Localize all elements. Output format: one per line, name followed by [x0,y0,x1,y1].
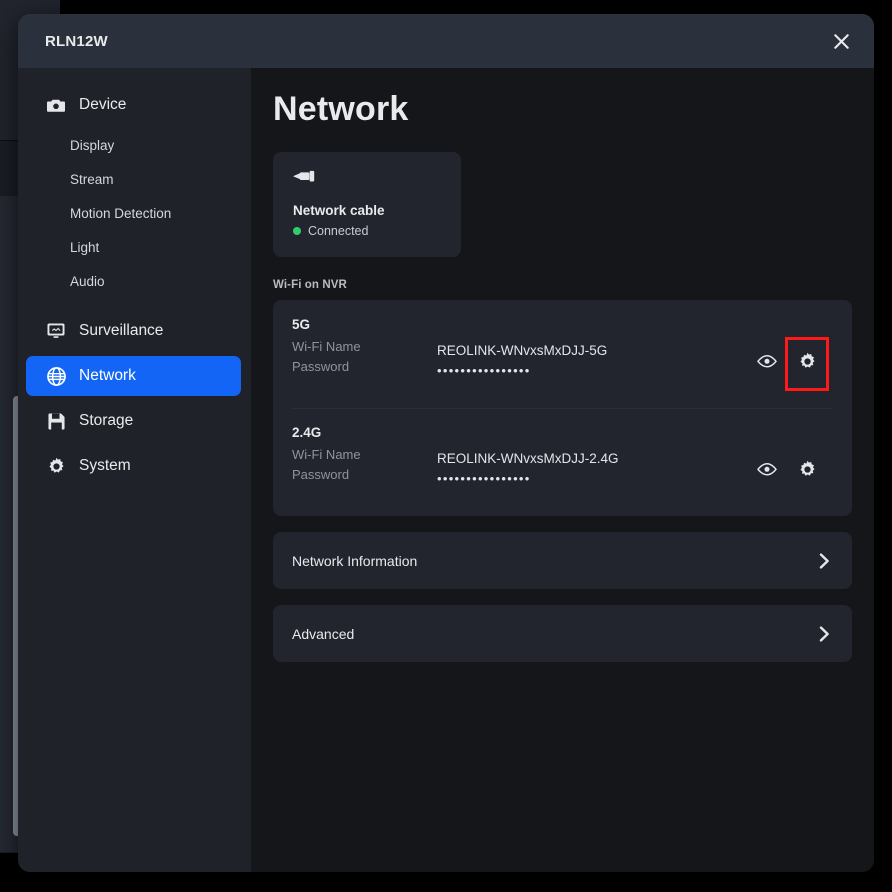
wifi-password-value-24g: •••••••••••••••• [437,471,531,486]
wifi-row-5g-labels: 5G Wi-Fi Name Password [292,317,437,377]
sidebar-item-network[interactable]: Network [26,356,241,396]
gear-icon [798,460,817,484]
screen: RLN12W Device Display Stream Motion Dete… [0,0,892,892]
wifi-row-24g-labels: 2.4G Wi-Fi Name Password [292,425,437,485]
toggle-password-visibility-24g[interactable] [752,457,782,487]
wifi-password-label-24g: Password [292,467,350,482]
sidebar: Device Display Stream Motion Detection L… [18,68,251,872]
wifi-row-5g: 5G Wi-Fi Name Password REOLINK-WNvxsMxDJ… [273,300,852,408]
sidebar-item-light-label: Light [70,239,100,255]
wifi-password-label-5g: Password [292,359,350,374]
camera-icon [45,95,67,115]
sidebar-item-motion-detection[interactable]: Motion Detection [18,196,251,230]
eye-icon [757,463,777,481]
wifi-row-5g-values: REOLINK-WNvxsMxDJJ-5G •••••••••••••••• [437,317,752,381]
wifi-name-value-5g: REOLINK-WNvxsMxDJJ-5G [437,343,608,358]
wifi-card: 5G Wi-Fi Name Password REOLINK-WNvxsMxDJ… [273,300,852,516]
main-content: Network Network cable Connected Wi-Fi on… [251,68,874,872]
chevron-right-icon [819,625,830,642]
network-cable-card[interactable]: Network cable Connected [273,152,461,257]
close-icon [832,32,851,51]
monitor-icon [45,321,67,341]
advanced-card[interactable]: Advanced [273,605,852,662]
sidebar-item-audio[interactable]: Audio [18,264,251,298]
sidebar-group-device-label: Device [79,96,127,113]
sidebar-item-storage[interactable]: Storage [26,401,241,441]
wifi-name-label-24g: Wi-Fi Name [292,447,361,462]
network-cable-status: Connected [293,224,441,238]
chevron-right-icon [819,552,830,569]
toggle-password-visibility-5g[interactable] [752,349,782,379]
wifi-row-24g: 2.4G Wi-Fi Name Password REOLINK-WNvxsMx… [273,408,852,516]
wifi-name-value-24g: REOLINK-WNvxsMxDJJ-2.4G [437,451,619,466]
status-dot-icon [293,227,301,235]
advanced-label: Advanced [292,625,355,642]
window-title: RLN12W [45,32,108,50]
sidebar-item-system[interactable]: System [26,446,241,486]
sidebar-item-light[interactable]: Light [18,230,251,264]
close-button[interactable] [824,24,858,58]
sidebar-item-audio-label: Audio [70,273,105,289]
gear-icon [798,352,817,376]
wifi-name-label-5g: Wi-Fi Name [292,339,361,354]
wifi-row-5g-actions [752,317,852,391]
settings-window: RLN12W Device Display Stream Motion Dete… [18,14,874,872]
wifi-password-value-5g: •••••••••••••••• [437,363,531,378]
background-scrollbar[interactable] [6,196,21,844]
disk-icon [45,411,67,431]
sidebar-item-display-label: Display [70,137,115,153]
wifi-settings-button-5g[interactable] [785,337,829,391]
window-body: Device Display Stream Motion Detection L… [18,68,874,872]
wifi-row-24g-actions [752,425,852,499]
wifi-row-24g-values: REOLINK-WNvxsMxDJJ-2.4G •••••••••••••••• [437,425,752,489]
sidebar-item-motion-detection-label: Motion Detection [70,205,172,221]
sidebar-item-storage-label: Storage [79,412,134,429]
wifi-settings-button-24g[interactable] [785,445,829,499]
sidebar-item-stream[interactable]: Stream [18,162,251,196]
wifi-band-24g: 2.4G [292,425,322,440]
ethernet-cable-icon [293,170,441,186]
network-cable-status-label: Connected [308,224,369,238]
sidebar-item-surveillance[interactable]: Surveillance [26,311,241,351]
wifi-band-5g: 5G [292,317,311,332]
wifi-section-label: Wi-Fi on NVR [273,279,347,291]
network-cable-title: Network cable [293,203,385,218]
gear-icon [45,456,67,476]
sidebar-item-network-label: Network [79,367,136,384]
page-title: Network [273,90,409,128]
network-information-label: Network Information [292,552,418,569]
globe-icon [45,366,67,386]
sidebar-group-device[interactable]: Device [18,82,251,128]
sidebar-item-system-label: System [79,457,131,474]
window-titlebar: RLN12W [18,14,874,68]
eye-icon [757,355,777,373]
sidebar-item-stream-label: Stream [70,171,114,187]
sidebar-item-display[interactable]: Display [18,128,251,162]
sidebar-item-surveillance-label: Surveillance [79,322,164,339]
network-information-card[interactable]: Network Information [273,532,852,589]
